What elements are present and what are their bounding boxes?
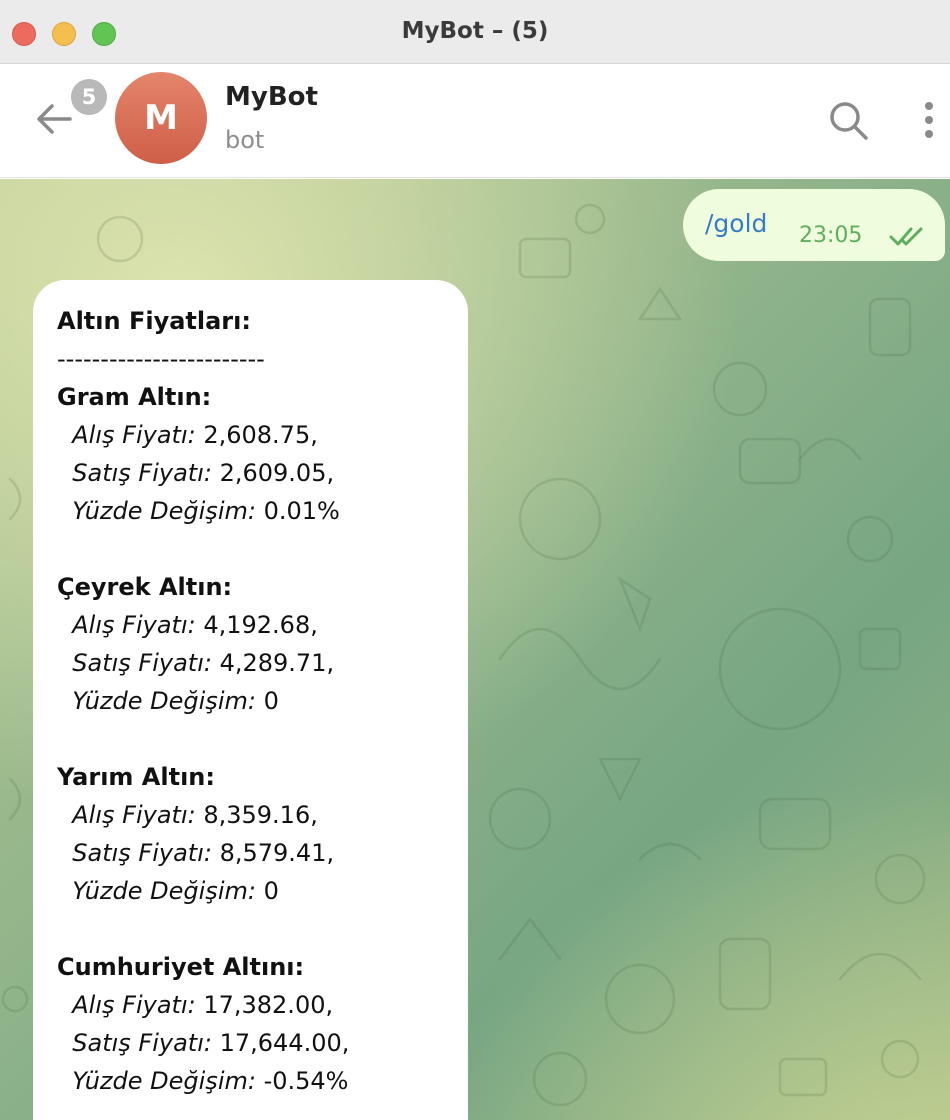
- chat-name[interactable]: MyBot: [225, 82, 318, 112]
- buy-value: 17,382.00,: [195, 991, 334, 1019]
- sell-value: 4,289.71,: [211, 649, 335, 677]
- change-line: Yüzde Değişim: 0: [57, 872, 468, 910]
- buy-price-line: Alış Fiyatı: 17,382.00,: [57, 986, 468, 1024]
- buy-label: Alış Fiyatı:: [72, 421, 196, 449]
- change-value: -0.54%: [255, 1067, 349, 1095]
- chat-area[interactable]: /gold 23:05 Altın Fiyatları: -----------…: [0, 179, 950, 1120]
- search-button[interactable]: [826, 98, 872, 144]
- sell-value: 17,644.00,: [211, 1029, 350, 1057]
- change-line: Yüzde Değişim: -0.54%: [57, 1062, 468, 1100]
- message-title: Altın Fiyatları:: [57, 307, 251, 335]
- window-title: MyBot – (5): [401, 18, 549, 44]
- section-name: Cumhuriyet Altını:: [57, 953, 305, 981]
- sell-value: 2,609.05,: [211, 459, 335, 487]
- buy-label: Alış Fiyatı:: [72, 611, 196, 639]
- section-name: Yarım Altın:: [57, 763, 215, 791]
- change-value: 0.01%: [255, 497, 340, 525]
- change-line: Yüzde Değişim: 0.01%: [57, 492, 468, 530]
- change-value: 0: [255, 877, 279, 905]
- sell-price-line: Satış Fiyatı: 17,644.00,: [57, 1024, 468, 1062]
- more-vertical-icon: [925, 102, 933, 138]
- price-section-cumhuriyet: Cumhuriyet Altını: Alış Fiyatı: 17,382.0…: [57, 948, 468, 1100]
- double-check-icon: [889, 227, 923, 246]
- sell-label: Satış Fiyatı:: [72, 459, 212, 487]
- sell-price-line: Satış Fiyatı: 2,609.05,: [57, 454, 468, 492]
- buy-value: 2,608.75,: [195, 421, 318, 449]
- sell-price-line: Satış Fiyatı: 8,579.41,: [57, 834, 468, 872]
- buy-price-line: Alış Fiyatı: 8,359.16,: [57, 796, 468, 834]
- price-section-gram: Gram Altın: Alış Fiyatı: 2,608.75, Satış…: [57, 378, 468, 530]
- sell-label: Satış Fiyatı:: [72, 839, 212, 867]
- sell-value: 8,579.41,: [211, 839, 335, 867]
- buy-value: 8,359.16,: [195, 801, 318, 829]
- buy-price-line: Alış Fiyatı: 4,192.68,: [57, 606, 468, 644]
- price-section-ceyrek: Çeyrek Altın: Alış Fiyatı: 4,192.68, Sat…: [57, 568, 468, 720]
- change-label: Yüzde Değişim:: [72, 877, 256, 905]
- change-label: Yüzde Değişim:: [72, 497, 256, 525]
- message-time: 23:05: [799, 223, 863, 248]
- chat-status: bot: [225, 126, 265, 154]
- change-line: Yüzde Değişim: 0: [57, 682, 468, 720]
- window-titlebar: MyBot – (5): [0, 0, 950, 64]
- section-name: Çeyrek Altın:: [57, 573, 233, 601]
- section-name: Gram Altın:: [57, 383, 212, 411]
- buy-price-line: Alış Fiyatı: 2,608.75,: [57, 416, 468, 454]
- avatar[interactable]: M: [115, 72, 207, 164]
- sell-price-line: Satış Fiyatı: 4,289.71,: [57, 644, 468, 682]
- sell-label: Satış Fiyatı:: [72, 1029, 212, 1057]
- price-section-yarim: Yarım Altın: Alış Fiyatı: 8,359.16, Satı…: [57, 758, 468, 910]
- chat-header: 5 M MyBot bot: [0, 64, 950, 178]
- unread-count-badge: 5: [68, 76, 110, 118]
- buy-value: 4,192.68,: [195, 611, 318, 639]
- more-options-button[interactable]: [916, 98, 942, 144]
- sell-label: Satış Fiyatı:: [72, 649, 212, 677]
- message-separator: ------------------------: [57, 345, 265, 373]
- change-label: Yüzde Değişim:: [72, 687, 256, 715]
- outgoing-message-text[interactable]: /gold: [705, 209, 767, 238]
- change-label: Yüzde Değişim:: [72, 1067, 256, 1095]
- buy-label: Alış Fiyatı:: [72, 991, 196, 1019]
- search-icon: [830, 102, 868, 140]
- outgoing-message-bubble[interactable]: /gold 23:05: [683, 189, 945, 261]
- incoming-message-bubble[interactable]: Altın Fiyatları: -----------------------…: [33, 280, 468, 1120]
- change-value: 0: [255, 687, 279, 715]
- buy-label: Alış Fiyatı:: [72, 801, 196, 829]
